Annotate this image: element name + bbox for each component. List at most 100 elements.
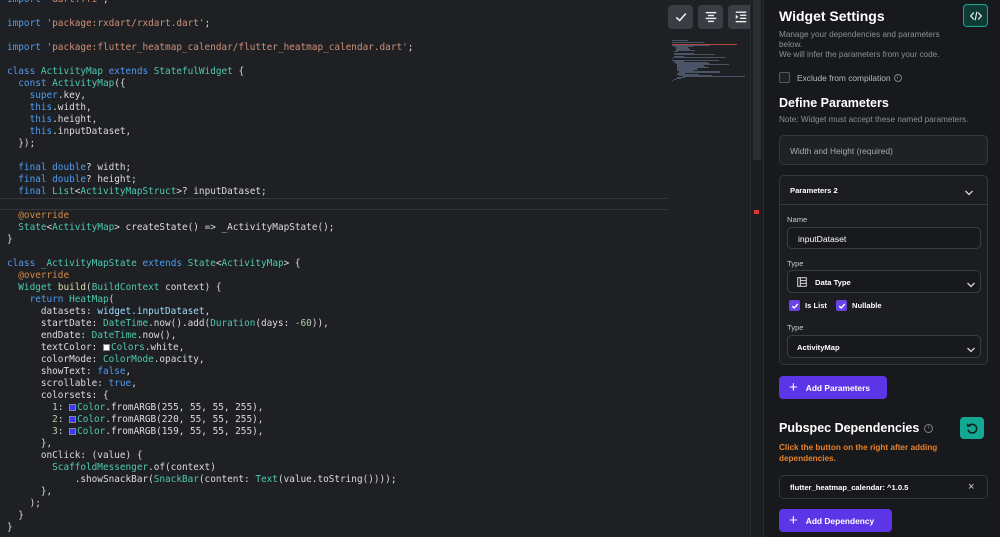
code-line[interactable]: import 'package:flutter_heatmap_calendar…	[0, 42, 668, 54]
exclude-compilation-checkbox[interactable]	[779, 72, 790, 83]
code-token: final	[7, 186, 53, 197]
code-token: colorMode:	[7, 354, 103, 365]
code-line[interactable]: }	[0, 510, 668, 522]
code-line[interactable]	[0, 54, 668, 66]
code-line[interactable]: startDate: DateTime.now().add(Duration(d…	[0, 318, 668, 330]
add-parameters-button[interactable]: + Add Parameters	[779, 376, 887, 399]
code-token: Widget	[7, 282, 58, 293]
close-icon[interactable]: ×	[968, 481, 974, 493]
code-line[interactable]: endDate: DateTime.now(),	[0, 330, 668, 342]
code-line[interactable]: }	[0, 522, 668, 534]
format-center-button[interactable]	[698, 5, 723, 29]
code-token: }	[7, 510, 24, 521]
code-line[interactable]: this.height,	[0, 114, 668, 126]
code-token: import	[7, 42, 47, 53]
code-editor[interactable]: import 'dart:ffi';import 'package:rxdart…	[0, 0, 763, 537]
code-line[interactable]: @override	[0, 270, 668, 282]
code-line[interactable]: });	[0, 138, 668, 150]
code-line[interactable]: final double? width;	[0, 162, 668, 174]
code-line[interactable]: 2: Color.fromARGB(220, 55, 55, 255),	[0, 414, 668, 426]
code-token: return	[7, 294, 70, 305]
code-line[interactable]	[0, 30, 668, 42]
code-token: widget.inputDataset	[97, 306, 205, 317]
code-line[interactable]: return HeatMap(	[0, 294, 668, 306]
name-input[interactable]: inputDataset	[787, 227, 981, 249]
width-height-field[interactable]: Width and Height (required)	[779, 135, 988, 165]
code-line[interactable]: }	[0, 234, 668, 246]
chevron-down-icon	[966, 277, 976, 295]
code-token: > createState() => _ActivityMapState();	[114, 222, 335, 233]
code-token: this	[7, 114, 53, 125]
add-dependency-button[interactable]: + Add Dependency	[779, 509, 892, 532]
code-token: ,	[204, 306, 211, 317]
info-icon[interactable]: i	[893, 73, 902, 82]
code-token: DateTime	[102, 318, 149, 329]
code-view-button[interactable]	[963, 4, 988, 27]
chevron-down-icon	[966, 342, 976, 360]
code-token: startDate:	[7, 318, 103, 329]
code-line[interactable]: },	[0, 438, 668, 450]
chevron-down-icon[interactable]	[964, 185, 974, 203]
code-line[interactable]: onClick: (value) {	[0, 450, 668, 462]
data-type-icon	[797, 277, 807, 287]
code-text[interactable]: import 'dart:ffi';import 'package:rxdart…	[0, 0, 668, 534]
code-line[interactable]: showText: false,	[0, 366, 668, 378]
code-line[interactable]: 1: Color.fromARGB(255, 55, 55, 255),	[0, 402, 668, 414]
code-line[interactable]: .showSnackBar(SnackBar(content: Text(val…	[0, 474, 668, 486]
code-token: endDate:	[7, 330, 92, 341]
code-token: }	[7, 522, 13, 533]
code-line[interactable]: );	[0, 498, 668, 510]
widget-settings-panel: Widget Settings Manage your dependencies…	[763, 0, 1000, 537]
code-line[interactable]: super.key,	[0, 90, 668, 102]
check-button[interactable]	[668, 5, 693, 29]
code-line[interactable]: datasets: widget.inputDataset,	[0, 306, 668, 318]
code-line[interactable]: },	[0, 486, 668, 498]
code-token: BuildContext	[91, 282, 160, 293]
exclude-compilation-label: Exclude from compilation	[797, 72, 891, 83]
nullable-checkbox[interactable]	[836, 300, 847, 311]
is-list-checkbox[interactable]	[789, 300, 800, 311]
code-line[interactable]: textColor: Colors.white,	[0, 342, 668, 354]
code-token: (value.toString())));	[277, 474, 397, 485]
code-line[interactable]: colorMode: ColorMode.opacity,	[0, 354, 668, 366]
code-line[interactable]: 3: Color.fromARGB(159, 55, 55, 255),	[0, 426, 668, 438]
scrollbar-thumb[interactable]	[753, 0, 761, 160]
code-token: }	[7, 234, 13, 245]
code-line[interactable]: this.width,	[0, 102, 668, 114]
code-line[interactable]: Widget build(BuildContext context) {	[0, 282, 668, 294]
code-line[interactable]: final double? height;	[0, 174, 668, 186]
minimap[interactable]	[672, 40, 750, 81]
dependency-input[interactable]: flutter_heatmap_calendar: ^1.0.5 ×	[779, 475, 988, 499]
plus-icon: +	[789, 378, 798, 396]
code-token: .inputDataset,	[52, 126, 132, 137]
code-line[interactable]	[0, 150, 668, 162]
type-select-value: Data Type	[815, 278, 851, 287]
code-line[interactable]: State<ActivityMap> createState() => _Act…	[0, 222, 668, 234]
parameters-card-header[interactable]: Parameters 2	[780, 176, 987, 205]
code-line[interactable]: scrollable: true,	[0, 378, 668, 390]
code-token: .now(),	[136, 330, 177, 341]
code-line[interactable]: class _ActivityMapState extends State<Ac…	[0, 258, 668, 270]
code-line[interactable]	[0, 246, 668, 258]
code-line[interactable]: this.inputDataset,	[0, 126, 668, 138]
code-token: onClick: (value) {	[7, 450, 143, 461]
code-line[interactable]: colorsets: {	[0, 390, 668, 402]
code-line[interactable]	[0, 198, 668, 210]
code-line[interactable]	[0, 6, 668, 18]
type-select[interactable]: Data Type	[787, 270, 981, 293]
code-token: ? height;	[86, 174, 137, 185]
code-line[interactable]: @override	[0, 210, 668, 222]
code-token: .of(context)	[148, 462, 216, 473]
name-label: Name	[787, 215, 808, 224]
code-line[interactable]: const ActivityMap({	[0, 78, 668, 90]
code-line[interactable]: ScaffoldMessenger.of(context)	[0, 462, 668, 474]
info-icon[interactable]: i	[924, 423, 934, 433]
type2-select[interactable]: ActivityMap	[787, 335, 981, 358]
code-token: {	[232, 66, 245, 77]
refresh-dependencies-button[interactable]	[960, 417, 984, 439]
code-line[interactable]: final List<ActivityMapStruct>? inputData…	[0, 186, 668, 198]
check-icon	[838, 303, 845, 309]
code-line[interactable]: class ActivityMap extends StatefulWidget…	[0, 66, 668, 78]
code-line[interactable]: import 'package:rxdart/rxdart.dart';	[0, 18, 668, 30]
subtitle-line: Manage your dependencies and parameters	[779, 30, 940, 39]
